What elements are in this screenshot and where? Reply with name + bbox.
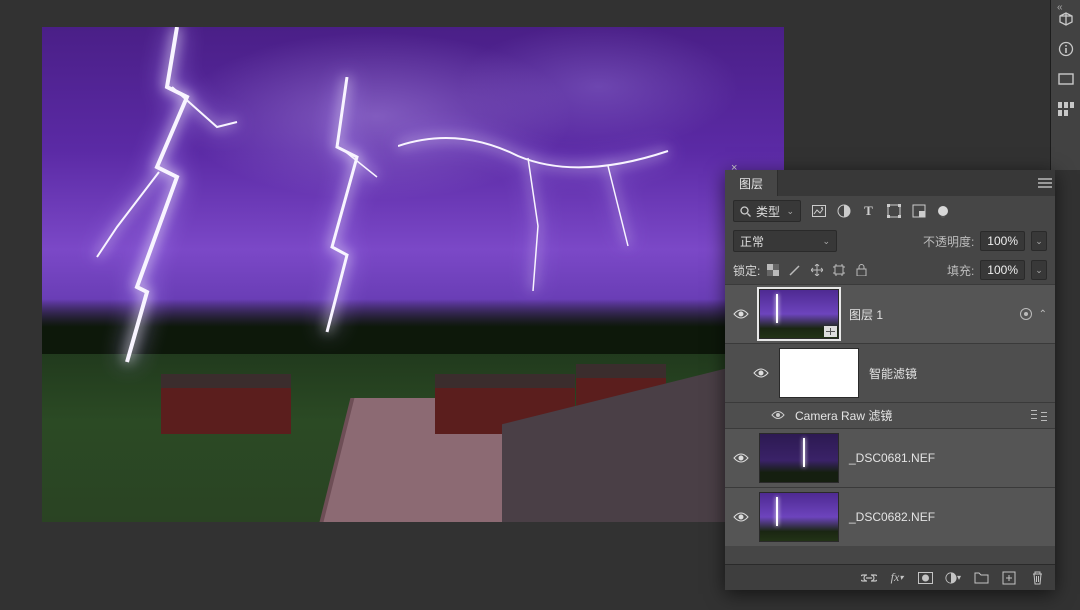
tabs-fill	[778, 170, 1035, 196]
lightning-deco	[287, 77, 407, 337]
chevron-down-icon: ⌄	[822, 236, 830, 247]
lock-row: 锁定: 填充: 100% ⌄	[725, 256, 1055, 284]
canvas-image[interactable]	[42, 27, 784, 522]
layer-thumbnail[interactable]	[759, 492, 839, 542]
right-dock: «	[1050, 0, 1080, 170]
filter-pixel-icon[interactable]	[811, 204, 826, 219]
layer-fx-icon[interactable]: fx▾	[889, 570, 905, 586]
visibility-icon[interactable]	[733, 509, 749, 525]
fill-value: 100%	[987, 263, 1018, 277]
info-icon[interactable]	[1057, 40, 1075, 58]
house-deco	[161, 374, 291, 434]
visibility-icon[interactable]	[753, 365, 769, 381]
swatches-icon[interactable]	[1057, 100, 1075, 118]
adjustment-layer-icon[interactable]: ▾	[945, 570, 961, 586]
filter-name: Camera Raw 滤镜	[795, 407, 1021, 424]
trash-icon[interactable]	[1029, 570, 1045, 586]
layer-thumbnail[interactable]	[779, 348, 859, 398]
group-icon[interactable]	[973, 570, 989, 586]
panel-menu-icon[interactable]	[1035, 170, 1055, 196]
layer-thumbnail[interactable]	[759, 289, 839, 339]
layer-row[interactable]: _DSC0681.NEF	[725, 428, 1055, 487]
panel-bottom-bar: fx▾ ▾	[725, 564, 1055, 590]
chevron-up-icon: ⌃	[1039, 309, 1047, 320]
search-icon	[740, 206, 751, 217]
lock-artboard-icon[interactable]	[832, 263, 846, 277]
lock-label: 锁定:	[733, 262, 760, 279]
visibility-icon[interactable]	[733, 450, 749, 466]
opacity-chevron[interactable]: ⌄	[1031, 231, 1047, 251]
layers-panel: × 图层 类型 ⌄ T 正常 ⌄ 不透明度:	[725, 170, 1055, 590]
fill-label: 填充:	[947, 262, 974, 279]
lightning-deco	[398, 126, 678, 296]
opacity-input[interactable]: 100%	[980, 231, 1025, 251]
link-layers-icon[interactable]	[861, 570, 877, 586]
layer-name: _DSC0681.NEF	[849, 451, 1047, 465]
kind-select[interactable]: 类型 ⌄	[733, 200, 801, 222]
fill-input[interactable]: 100%	[980, 260, 1025, 280]
filter-adjust-icon[interactable]	[836, 204, 851, 219]
layer-thumbnail[interactable]	[759, 433, 839, 483]
layer-row[interactable]: _DSC0682.NEF	[725, 487, 1055, 546]
filter-icons: T	[811, 204, 948, 219]
panel-tabs: 图层	[725, 170, 1055, 196]
layer-filter-row[interactable]: Camera Raw 滤镜	[725, 402, 1055, 428]
filter-options-icon[interactable]	[1031, 410, 1047, 422]
layer-name: _DSC0682.NEF	[849, 510, 1047, 524]
blend-row: 正常 ⌄ 不透明度: 100% ⌄	[725, 226, 1055, 256]
filter-type-icon[interactable]: T	[861, 204, 876, 219]
layer-name: 智能滤镜	[869, 365, 1047, 382]
lock-move-icon[interactable]	[810, 263, 824, 277]
opacity-label: 不透明度:	[923, 233, 974, 250]
lock-all-icon[interactable]	[854, 263, 868, 277]
filter-smart-icon[interactable]	[911, 204, 926, 219]
rect-icon[interactable]	[1057, 70, 1075, 88]
new-layer-icon[interactable]	[1001, 570, 1017, 586]
opacity-value: 100%	[987, 234, 1018, 248]
layer-mask-icon[interactable]	[917, 570, 933, 586]
lock-brush-icon[interactable]	[788, 263, 802, 277]
tab-label: 图层	[739, 175, 763, 192]
filter-toggle-icon[interactable]	[938, 206, 948, 216]
close-icon[interactable]: ×	[731, 162, 737, 174]
layer-list: 图层 1 ⌃ 智能滤镜 Camera Raw 滤镜 _DSC0681.NEF _…	[725, 284, 1055, 564]
kind-label: 类型	[756, 203, 780, 220]
lock-trans-icon[interactable]	[766, 263, 780, 277]
filter-row: 类型 ⌄ T	[725, 196, 1055, 226]
filter-shape-icon[interactable]	[886, 204, 901, 219]
blend-mode-value: 正常	[740, 233, 764, 250]
chevron-down-icon: ⌄	[786, 206, 794, 217]
lightning-deco	[87, 27, 267, 367]
layer-row-child[interactable]: 智能滤镜	[725, 343, 1055, 402]
layer-name: 图层 1	[849, 306, 1009, 323]
visibility-icon[interactable]	[733, 306, 749, 322]
dock-collapse-icon[interactable]: «	[1057, 2, 1063, 13]
visibility-icon[interactable]	[771, 409, 785, 423]
fill-chevron[interactable]: ⌄	[1031, 260, 1047, 280]
layer-row[interactable]: 图层 1 ⌃	[725, 284, 1055, 343]
blend-mode-select[interactable]: 正常 ⌄	[733, 230, 837, 252]
lock-icons	[766, 263, 868, 277]
layer-link-icon[interactable]: ⌃	[1019, 307, 1047, 321]
